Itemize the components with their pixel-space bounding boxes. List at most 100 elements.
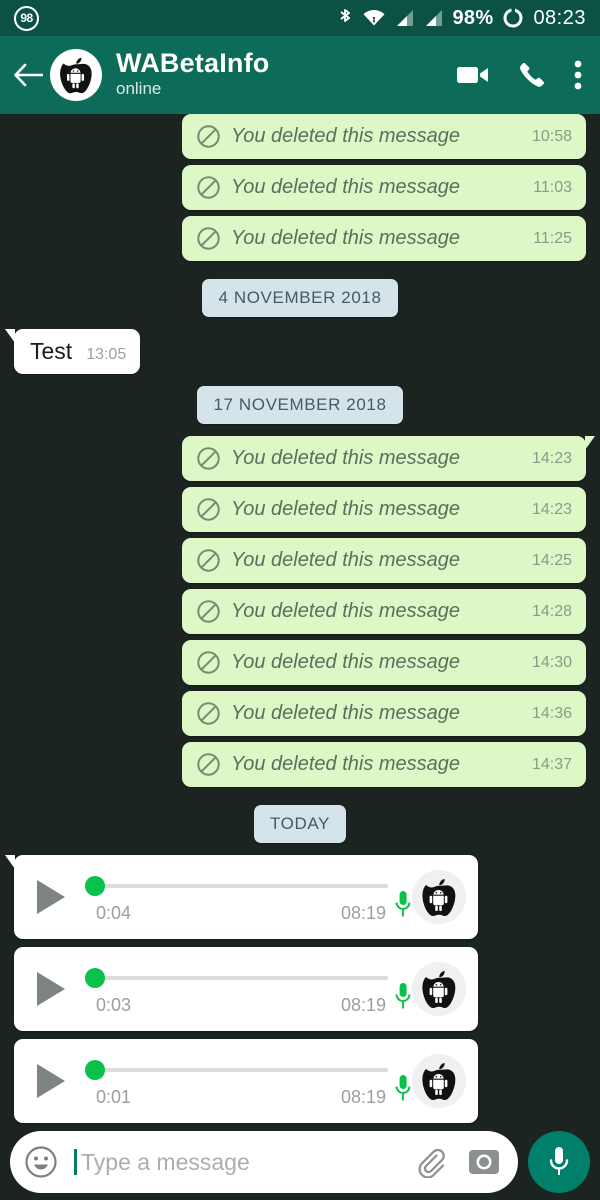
apple-android-logo-icon — [60, 57, 92, 94]
message-list[interactable]: You deleted this message 10:58 You deleted… — [0, 114, 600, 1124]
wifi-icon — [362, 8, 386, 28]
status-bar: 98 98% 08:23 — [0, 0, 600, 36]
emoji-smiley-icon[interactable] — [24, 1145, 58, 1179]
status-bar-left: 98 — [14, 5, 39, 31]
chat-header: WABetaInfo online — [0, 36, 600, 114]
deleted-message-bubble[interactable]: You deleted this message 14:23 — [182, 487, 586, 532]
deleted-message-text: You deleted this message — [231, 651, 461, 673]
phone-icon — [520, 63, 544, 87]
audio-slider-knob[interactable] — [85, 875, 105, 896]
blocked-icon — [197, 447, 220, 470]
date-divider: 4 NOVEMBER 2018 — [202, 279, 398, 317]
message-row: 0:03 08:19 — [0, 947, 600, 1039]
blocked-icon — [196, 599, 221, 624]
deleted-message-bubble[interactable]: You deleted this message 10:58 — [182, 114, 586, 159]
audio-slider-knob[interactable] — [85, 967, 105, 988]
voice-meta-row: 0:04 08:19 — [82, 897, 392, 924]
play-icon — [37, 1064, 65, 1098]
blocked-icon — [196, 650, 221, 675]
voice-call-button[interactable] — [518, 61, 546, 89]
deleted-message-text: You deleted this message — [231, 176, 461, 198]
camera-icon[interactable] — [468, 1147, 500, 1177]
deleted-message-bubble[interactable]: You deleted this message 11:03 — [182, 165, 586, 210]
deleted-message-bubble[interactable]: You deleted this message 14:30 — [182, 640, 586, 685]
deleted-message-text: You deleted this message — [231, 498, 461, 520]
blocked-icon — [196, 446, 221, 471]
date-divider: 17 NOVEMBER 2018 — [197, 386, 403, 424]
apple-android-logo-icon — [422, 1063, 456, 1100]
blocked-icon — [197, 753, 220, 776]
message-row: You deleted this message 14:23 — [0, 436, 600, 487]
deleted-message-bubble[interactable]: You deleted this message 14:28 — [182, 589, 586, 634]
search-input[interactable]: Type a message — [81, 1149, 412, 1176]
deleted-message-text: You deleted this message — [231, 447, 461, 469]
play-button[interactable] — [28, 970, 74, 1008]
back-button[interactable] — [10, 62, 46, 88]
message-timestamp: 08:19 — [340, 902, 386, 923]
deleted-message-bubble[interactable]: You deleted this message 14:37 — [182, 742, 586, 787]
audio-slider-knob[interactable] — [85, 1059, 105, 1080]
audio-seek-slider[interactable] — [82, 1059, 392, 1081]
blocked-icon — [197, 227, 220, 250]
message-timestamp: 14:37 — [531, 755, 572, 773]
whatsapp-chat-screen: 98 98% 08:23 WABetaInfo online You delet… — [0, 0, 600, 1200]
blocked-icon — [197, 702, 220, 725]
voice-record-button[interactable] — [528, 1131, 590, 1193]
deleted-message-bubble[interactable]: You deleted this message 11:25 — [182, 216, 586, 261]
message-input-pill[interactable]: Type a message — [10, 1131, 518, 1193]
blocked-icon — [196, 548, 221, 573]
status-bar-clock: 08:23 — [533, 6, 586, 29]
blocked-icon — [196, 175, 221, 200]
microphone-icon — [395, 891, 411, 917]
message-row: You deleted this message 14:23 — [0, 487, 600, 538]
contact-avatar[interactable] — [50, 49, 102, 101]
message-row: Test 13:05 — [0, 329, 600, 374]
battery-percent-label: 98% — [452, 6, 494, 29]
deleted-message-text: You deleted this message — [231, 753, 461, 775]
date-divider-row: 4 NOVEMBER 2018 — [0, 267, 600, 329]
voice-message-bubble[interactable]: 0:04 08:19 — [5, 855, 478, 939]
play-button[interactable] — [28, 1062, 74, 1100]
bluetooth-icon — [337, 7, 353, 29]
deleted-message-bubble[interactable]: You deleted this message 14:23 — [182, 436, 595, 481]
message-timestamp: 14:36 — [531, 704, 572, 722]
voice-message-bubble[interactable]: 0:03 08:19 — [14, 947, 478, 1031]
blocked-icon — [196, 752, 221, 777]
header-text-block[interactable]: WABetaInfo online — [116, 49, 270, 101]
message-timestamp: 14:25 — [531, 551, 572, 569]
signal-sim1-icon — [395, 8, 415, 28]
notification-count-badge: 98 — [14, 5, 39, 31]
microphone-icon — [549, 1147, 569, 1175]
overflow-menu-button[interactable] — [574, 59, 582, 91]
audio-seek-slider[interactable] — [82, 967, 392, 989]
voice-message-bubble[interactable]: 0:01 08:19 — [14, 1039, 478, 1123]
date-divider-row: 17 NOVEMBER 2018 — [0, 374, 600, 436]
voice-right-block — [392, 855, 468, 939]
deleted-message-bubble[interactable]: You deleted this message 14:36 — [182, 691, 586, 736]
audio-duration: 0:04 — [96, 902, 132, 923]
microphone-icon — [394, 890, 412, 925]
paperclip-icon[interactable] — [414, 1146, 446, 1178]
video-call-icon — [457, 67, 488, 83]
sender-avatar — [412, 870, 466, 924]
audio-track — [96, 1067, 388, 1072]
deleted-message-bubble[interactable]: You deleted this message 14:25 — [182, 538, 586, 583]
blocked-icon — [196, 124, 221, 149]
message-timestamp: 14:28 — [531, 602, 572, 620]
microphone-icon — [394, 982, 412, 1017]
incoming-message-bubble[interactable]: Test 13:05 — [4, 329, 141, 374]
play-icon — [37, 972, 65, 1006]
message-timestamp: 10:58 — [531, 127, 572, 145]
message-row: You deleted this message 14:28 — [0, 589, 600, 640]
voice-right-block — [392, 947, 468, 1031]
message-row: You deleted this message 11:03 — [0, 165, 600, 216]
message-row: You deleted this message 14:30 — [0, 640, 600, 691]
header-actions — [456, 59, 586, 91]
sender-avatar — [412, 1054, 466, 1108]
message-timestamp: 08:19 — [340, 994, 386, 1015]
audio-seek-slider[interactable] — [82, 875, 392, 897]
play-button[interactable] — [28, 878, 74, 916]
video-call-button[interactable] — [456, 63, 490, 87]
blocked-icon — [196, 497, 221, 522]
sender-avatar — [412, 962, 466, 1016]
